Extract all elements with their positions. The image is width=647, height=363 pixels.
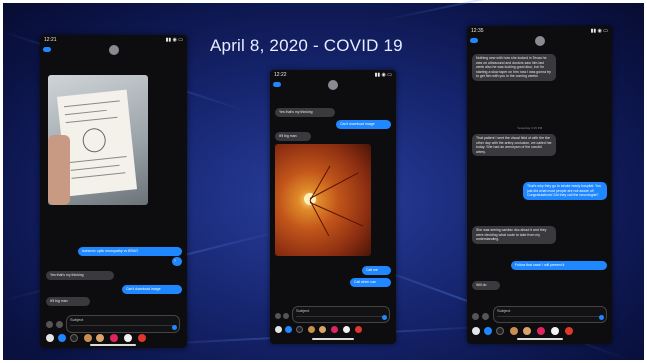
back-button[interactable] xyxy=(470,38,478,43)
attached-photo[interactable] xyxy=(48,75,148,205)
status-bar: 12:21 ▮▮ ◉ ▭ xyxy=(40,35,187,45)
app-store-icon[interactable] xyxy=(283,313,289,319)
app-store-icon[interactable] xyxy=(482,313,489,320)
subject-field[interactable]: Subject xyxy=(70,317,176,322)
app-store-icon[interactable] xyxy=(56,321,63,328)
document-line xyxy=(71,172,126,179)
apple-pay-icon[interactable] xyxy=(496,327,504,335)
app-store-icon[interactable] xyxy=(484,327,492,335)
home-indicator[interactable] xyxy=(90,344,136,346)
message-input[interactable]: Subject xyxy=(493,306,607,323)
message-bubble-incoming[interactable]: Nothing new with how she looked in Texas… xyxy=(472,54,556,81)
contact-avatar[interactable] xyxy=(534,36,545,46)
search-gif-icon[interactable] xyxy=(537,327,545,335)
message-bubble-incoming[interactable]: That patient I sent the visual field of … xyxy=(472,134,556,156)
status-time: 12:21 xyxy=(44,37,57,43)
photos-app-icon[interactable] xyxy=(472,327,480,335)
message-bubble-incoming[interactable]: It'll big man xyxy=(46,297,90,306)
document-line xyxy=(64,109,107,116)
phone-screenshot-left: 12:21 ▮▮ ◉ ▭ Ischemic optic neuropathy v… xyxy=(40,35,187,348)
back-button[interactable] xyxy=(273,82,281,87)
message-bubble-outgoing[interactable]: Call me xyxy=(362,266,391,275)
visual-field-chart xyxy=(81,127,107,154)
app-store-icon[interactable] xyxy=(285,326,292,333)
message-bubble-outgoing[interactable]: That's why they go to stroke ready hospi… xyxy=(523,182,607,200)
status-time: 12:35 xyxy=(471,28,484,34)
music-icon[interactable] xyxy=(343,326,350,333)
phone-screenshot-right: 12:35 ▮▮ ◉ ▭ Nothing new with how she lo… xyxy=(467,26,612,344)
message-input[interactable]: Subject xyxy=(66,315,180,333)
document-line xyxy=(70,164,120,171)
message-field[interactable] xyxy=(497,316,603,317)
more-apps-icon[interactable] xyxy=(565,327,573,335)
retinal-fundus-photo[interactable] xyxy=(275,144,371,256)
slide-title: April 8, 2020 - COVID 19 xyxy=(210,36,403,55)
message-bubble-outgoing[interactable]: Can't download image xyxy=(122,285,182,294)
music-icon[interactable] xyxy=(551,327,559,335)
status-bar: 12:35 ▮▮ ◉ ▭ xyxy=(467,26,612,36)
memoji-icon[interactable] xyxy=(510,327,518,335)
photos-app-icon[interactable] xyxy=(275,326,282,333)
message-bubble-incoming[interactable]: It'll big man xyxy=(275,132,311,141)
message-bubble-outgoing[interactable]: ? xyxy=(172,257,182,266)
message-bubble-outgoing[interactable]: Ischemic optic neuropathy vs BRAO xyxy=(78,247,182,256)
memoji-icon[interactable] xyxy=(319,326,326,333)
send-button[interactable] xyxy=(172,325,177,330)
signal-battery-icon: ▮▮ ◉ ▭ xyxy=(374,72,392,78)
camera-icon[interactable] xyxy=(275,313,281,319)
search-gif-icon[interactable] xyxy=(331,326,338,333)
camera-icon[interactable] xyxy=(46,321,53,328)
memoji-icon[interactable] xyxy=(84,334,92,342)
home-indicator[interactable] xyxy=(312,338,354,340)
phone-screenshot-middle: 12:22 ▮▮ ◉ ▭ Yes that's my thinking Can'… xyxy=(270,70,396,344)
back-button[interactable] xyxy=(43,47,51,52)
document-line xyxy=(69,155,127,163)
message-field[interactable] xyxy=(296,316,386,317)
hand xyxy=(48,135,70,205)
memoji-icon[interactable] xyxy=(96,334,104,342)
message-bubble-incoming[interactable]: She was seeing cardiac doc about it and … xyxy=(472,226,556,244)
document-line xyxy=(63,100,120,108)
message-bubble-outgoing[interactable]: Follow that case! I will present it xyxy=(511,261,607,270)
photos-app-icon[interactable] xyxy=(46,334,54,342)
status-bar: 12:22 ▮▮ ◉ ▭ xyxy=(270,70,396,80)
home-indicator[interactable] xyxy=(517,338,563,340)
message-bubble-incoming[interactable]: Yes that's my thinking xyxy=(275,108,335,117)
subject-field[interactable]: Subject xyxy=(296,308,386,313)
background-ray xyxy=(379,0,645,22)
subject-field[interactable]: Subject xyxy=(497,308,603,313)
contact-avatar[interactable] xyxy=(108,45,119,55)
music-icon[interactable] xyxy=(124,334,132,342)
apple-pay-icon[interactable] xyxy=(70,334,78,342)
more-apps-icon[interactable] xyxy=(138,334,146,342)
memoji-icon[interactable] xyxy=(308,326,315,333)
blood-vessel xyxy=(309,165,330,201)
message-bubble-incoming[interactable]: Yes that's my thinking xyxy=(46,271,114,280)
message-bubble-outgoing[interactable]: Can't download image xyxy=(336,120,391,129)
send-button[interactable] xyxy=(599,315,604,320)
message-bubble-outgoing[interactable]: Call when can xyxy=(350,278,391,287)
app-store-icon[interactable] xyxy=(58,334,66,342)
more-apps-icon[interactable] xyxy=(355,326,362,333)
status-time: 12:22 xyxy=(274,72,287,78)
document-line xyxy=(65,116,118,124)
message-input[interactable]: Subject xyxy=(292,306,390,323)
memoji-icon[interactable] xyxy=(523,327,531,335)
signal-battery-icon: ▮▮ ◉ ▭ xyxy=(590,28,608,34)
timestamp: Yesterday 3:15 PM xyxy=(517,126,543,130)
signal-battery-icon: ▮▮ ◉ ▭ xyxy=(165,37,183,43)
message-bubble-incoming[interactable]: Will do xyxy=(472,281,500,290)
message-field[interactable] xyxy=(70,325,176,326)
search-gif-icon[interactable] xyxy=(110,334,118,342)
send-button[interactable] xyxy=(382,315,387,320)
contact-avatar[interactable] xyxy=(328,80,338,90)
apple-pay-icon[interactable] xyxy=(296,326,303,333)
camera-icon[interactable] xyxy=(472,313,479,320)
